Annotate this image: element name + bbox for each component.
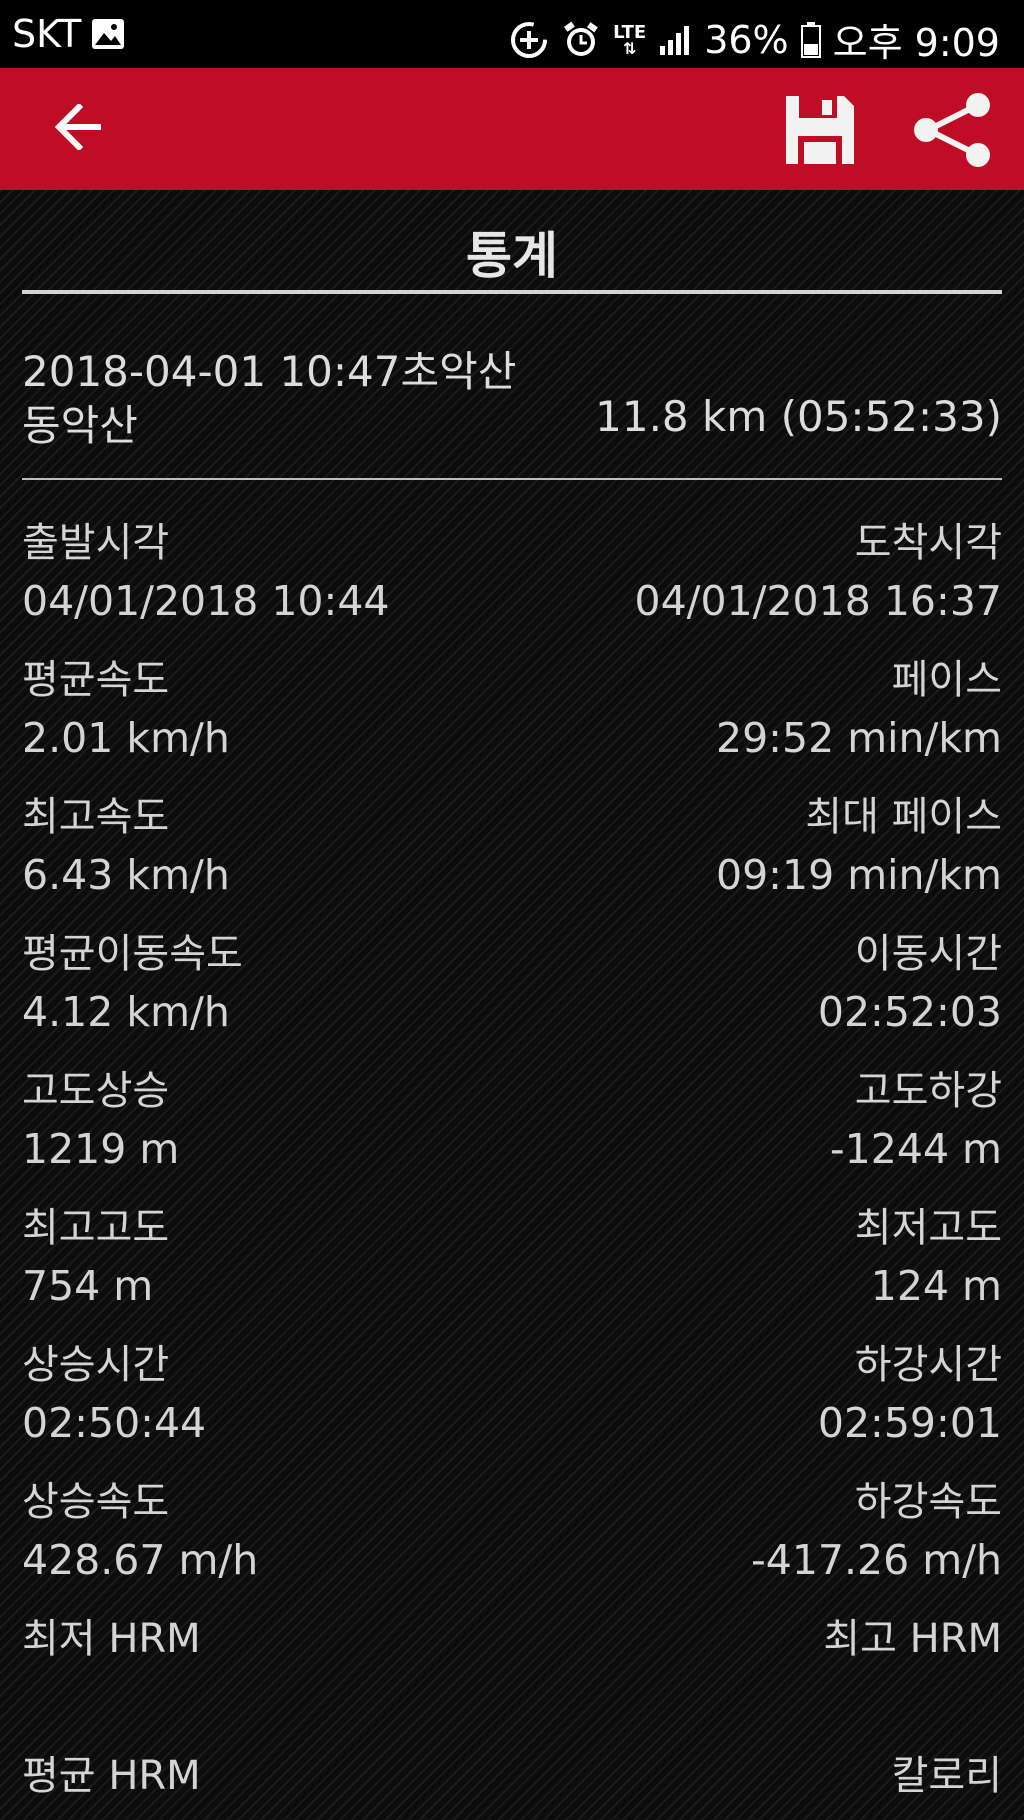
stat-label: 하강속도 xyxy=(854,1479,1002,1525)
stat-average-speed: 평균속도 2.01 km/h xyxy=(22,651,230,767)
stat-value: 29:52 min/km xyxy=(716,714,1002,762)
stat-descent-speed: 하강속도 -417.26 m/h xyxy=(751,1473,1002,1589)
stat-value: 02:52:03 xyxy=(817,988,1002,1036)
track-name-continued: 동악산 xyxy=(22,401,138,450)
signal-icon xyxy=(658,24,692,56)
summary-divider xyxy=(22,478,1002,480)
stat-label: 최고고도 xyxy=(22,1205,170,1251)
stat-label: 평균이동속도 xyxy=(22,931,243,977)
stat-calories: 칼로리 xyxy=(892,1747,1002,1805)
back-arrow-icon xyxy=(54,102,104,154)
stat-value: 04/01/2018 10:44 xyxy=(22,577,390,625)
stat-label: 칼로리 xyxy=(891,1753,1002,1799)
stat-label: 평균 HRM xyxy=(22,1753,201,1799)
stat-value: 428.67 m/h xyxy=(22,1536,259,1584)
stat-value: 04/01/2018 16:37 xyxy=(634,577,1003,625)
stat-min-hrm: 최저 HRM xyxy=(22,1610,201,1726)
stat-value: 2.01 km/h xyxy=(22,714,230,762)
stat-label: 최저고도 xyxy=(854,1205,1002,1251)
track-name: 2018-04-01 10:47초악산 xyxy=(22,347,517,396)
stat-max-speed: 최고속도 6.43 km/h xyxy=(22,788,230,904)
stat-max-altitude: 최고고도 754 m xyxy=(22,1199,169,1315)
stat-descent-time: 하강시간 02:59:01 xyxy=(818,1336,1002,1452)
alarm-icon xyxy=(561,20,601,60)
clock: 오후 9:09 xyxy=(832,21,1000,65)
stat-label: 최고속도 xyxy=(22,794,170,840)
stat-ascent-time: 상승시간 02:50:44 xyxy=(22,1336,206,1452)
statistics-panel: 통계 2018-04-01 10:47초악산 동악산 11.8 km (05:5… xyxy=(0,190,1024,1820)
stat-value: -417.26 m/h xyxy=(750,1536,1002,1584)
stat-label: 하강시간 xyxy=(854,1342,1002,1388)
stat-average-hrm: 평균 HRM xyxy=(22,1747,201,1805)
image-notification-icon xyxy=(91,18,125,50)
stat-value: 754 m xyxy=(22,1262,154,1310)
stat-value xyxy=(823,1668,1002,1726)
stat-arrive-time: 도착시각 04/01/2018 16:37 xyxy=(635,514,1003,630)
app-toolbar xyxy=(0,68,1024,190)
stat-max-pace: 최대 페이스 09:19 min/km xyxy=(716,788,1002,904)
stat-label: 도착시각 xyxy=(854,520,1002,566)
stat-min-altitude: 최저고도 124 m xyxy=(855,1199,1002,1315)
stat-pace: 페이스 29:52 min/km xyxy=(716,651,1002,767)
stat-value: 02:50:44 xyxy=(22,1399,207,1447)
stat-label: 상승시간 xyxy=(22,1342,170,1388)
page-title: 통계 xyxy=(466,227,558,285)
stat-label: 페이스 xyxy=(891,657,1002,703)
stat-ascent: 고도상승 1219 m xyxy=(22,1062,179,1178)
stat-value: -1244 m xyxy=(829,1125,1002,1173)
status-bar: SKT LTE ⇅ 36% 오후 9:09 xyxy=(0,0,1024,68)
stat-label: 최고 HRM xyxy=(823,1616,1002,1662)
battery-percent: 36% xyxy=(704,17,789,62)
stat-value xyxy=(22,1668,201,1726)
stat-label: 상승속도 xyxy=(22,1479,170,1525)
stat-value: 09:19 min/km xyxy=(716,851,1002,899)
stat-value: 124 m xyxy=(870,1262,1002,1310)
carrier-label: SKT xyxy=(12,12,82,56)
share-icon xyxy=(912,93,994,172)
share-button[interactable] xyxy=(912,92,994,168)
stat-descent: 고도하강 -1244 m xyxy=(830,1062,1002,1178)
stat-average-moving-speed: 평균이동속도 4.12 km/h xyxy=(22,925,243,1041)
stat-label: 고도상승 xyxy=(22,1068,170,1114)
stat-ascent-speed: 상승속도 428.67 m/h xyxy=(22,1473,258,1589)
lte-icon: LTE ⇅ xyxy=(613,21,647,58)
stat-value: 02:59:01 xyxy=(817,1399,1002,1447)
stat-label: 이동시간 xyxy=(854,931,1002,977)
stat-max-hrm: 최고 HRM xyxy=(823,1610,1002,1726)
stat-label: 최저 HRM xyxy=(22,1616,201,1662)
stat-label: 평균속도 xyxy=(22,657,170,703)
stat-moving-time: 이동시간 02:52:03 xyxy=(818,925,1002,1041)
stat-value: 4.12 km/h xyxy=(22,988,230,1036)
stat-value: 1219 m xyxy=(22,1125,180,1173)
save-floppy-icon xyxy=(782,96,858,172)
stat-depart-time: 출발시각 04/01/2018 10:44 xyxy=(22,514,390,630)
track-summary: 11.8 km (05:52:33) xyxy=(595,392,1002,441)
battery-icon xyxy=(800,21,821,58)
stat-label: 고도하강 xyxy=(854,1068,1002,1114)
back-button[interactable] xyxy=(48,98,110,160)
stat-label: 출발시각 xyxy=(22,520,170,566)
title-divider xyxy=(22,290,1002,294)
stat-label: 최대 페이스 xyxy=(805,794,1002,840)
data-saver-icon xyxy=(509,20,549,60)
save-button[interactable] xyxy=(782,92,858,168)
stat-value: 6.43 km/h xyxy=(22,851,230,899)
